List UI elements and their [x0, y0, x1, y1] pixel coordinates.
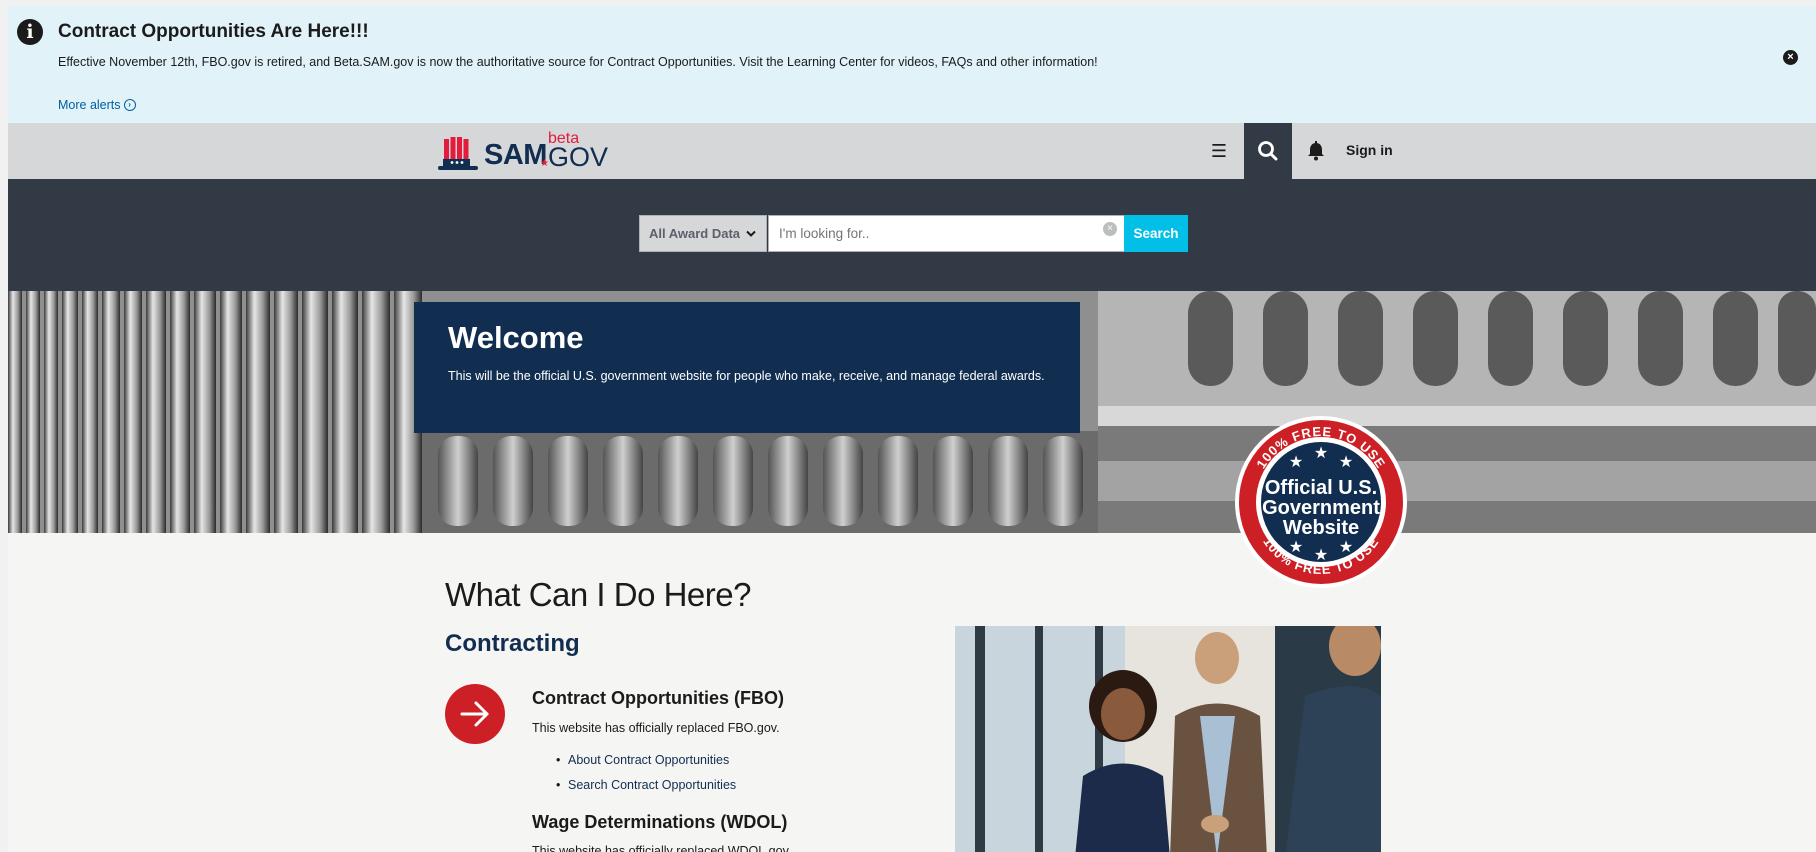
page: i Contract Opportunities Are Here!!! Eff…: [8, 6, 1816, 852]
svg-text:★: ★: [1289, 452, 1303, 471]
logo-sam-text: SAM: [484, 139, 547, 171]
alert-body: Effective November 12th, FBO.gov is reti…: [58, 55, 1098, 69]
more-alerts-link[interactable]: More alerts ›: [58, 98, 136, 112]
contract-opportunities-desc: This website has officially replaced FBO…: [532, 721, 780, 735]
sign-in-link[interactable]: Sign in: [1346, 142, 1393, 158]
info-icon: i: [17, 19, 43, 45]
svg-text:★: ★: [1339, 537, 1353, 556]
what-can-i-do-heading: What Can I Do Here?: [445, 576, 751, 613]
wage-determinations-title: Wage Determinations (WDOL): [532, 812, 788, 832]
welcome-panel: Welcome This will be the official U.S. g…: [414, 302, 1080, 433]
sam-logo[interactable]: SAM beta ★ GOV: [436, 130, 621, 172]
search-icon: [1258, 141, 1278, 161]
header-search-button[interactable]: [1244, 123, 1292, 179]
close-icon[interactable]: ×: [1783, 50, 1798, 65]
search-contract-opportunities-link[interactable]: Search Contract Opportunities: [568, 778, 736, 792]
chevron-down-icon: [746, 230, 756, 237]
contract-opportunities-title: Contract Opportunities (FBO): [532, 688, 784, 708]
search-button[interactable]: Search: [1124, 215, 1188, 252]
domain-select[interactable]: All Award Data: [639, 215, 767, 252]
hero-banner: Welcome This will be the official U.S. g…: [8, 291, 1816, 533]
wage-determinations-desc: This website has officially replaced WDO…: [532, 844, 792, 852]
more-alerts-label: More alerts: [58, 98, 121, 112]
bell-icon[interactable]: [1301, 136, 1331, 166]
alert-banner: i Contract Opportunities Are Here!!! Eff…: [8, 6, 1816, 123]
svg-text:★: ★: [1314, 545, 1328, 564]
about-contract-opportunities-link[interactable]: About Contract Opportunities: [568, 753, 729, 767]
contract-opportunities-links: About Contract Opportunities Search Cont…: [556, 748, 736, 798]
seal-line-3: Website: [1283, 517, 1359, 539]
welcome-title: Welcome: [448, 320, 584, 355]
search-band: All Award Data × Search: [8, 179, 1816, 291]
domain-select-value: All Award Data: [649, 226, 741, 241]
svg-text:★: ★: [1339, 452, 1353, 471]
hamburger-icon[interactable]: ☰: [1207, 136, 1231, 166]
official-website-seal: 100% FREE TO USE 100% FREE TO USE ★ ★ ★ ★ ★…: [1235, 416, 1407, 588]
arrow-right-circle-icon: [445, 684, 505, 744]
arrow-right-circle-icon: ›: [123, 99, 136, 111]
contracting-heading: Contracting: [445, 630, 580, 657]
seal-line-2: Government: [1262, 497, 1380, 519]
search-input[interactable]: [768, 215, 1132, 252]
svg-text:★: ★: [1314, 443, 1328, 462]
list-item: About Contract Opportunities: [556, 748, 736, 773]
logo-gov-text: GOV: [548, 142, 609, 172]
uncle-sam-hat-icon: [438, 137, 478, 170]
alert-title: Contract Opportunities Are Here!!!: [58, 21, 369, 42]
welcome-text: This will be the official U.S. governmen…: [448, 369, 1045, 383]
svg-text:★: ★: [1289, 537, 1303, 556]
people-shaking-hands-image: [955, 626, 1381, 852]
site-header: SAM beta ★ GOV ☰ Sign in: [8, 123, 1816, 179]
seal-line-1: Official U.S.: [1265, 477, 1377, 499]
clear-search-icon[interactable]: ×: [1103, 222, 1117, 236]
list-item: Search Contract Opportunities: [556, 773, 736, 798]
